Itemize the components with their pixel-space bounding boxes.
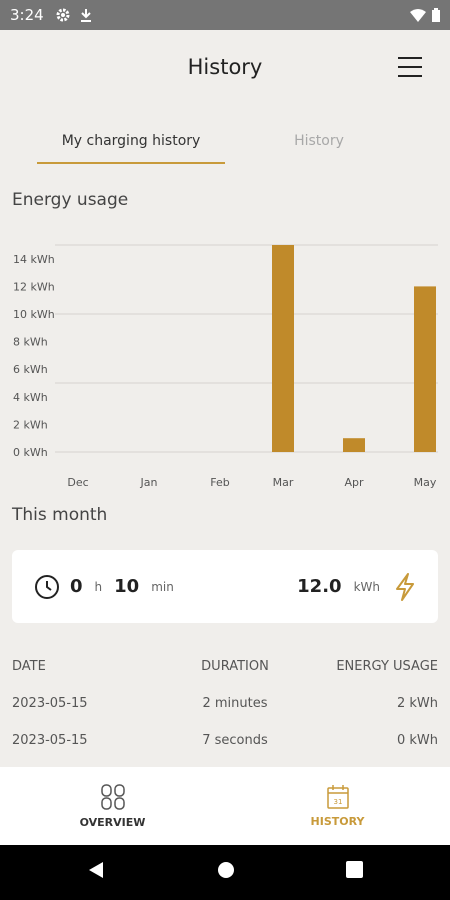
bar-apr [343,438,365,452]
calendar-day: 31 [333,798,342,806]
bar-mar [272,245,294,452]
energy-unit: kWh [353,579,380,594]
row-duration: 2 minutes [202,696,268,711]
energy-usage-title: Energy usage [12,190,129,210]
x-tick-label: Feb [210,476,229,489]
download-icon [80,9,91,22]
nav-overview[interactable]: OVERVIEW [0,767,225,845]
x-tick-label: May [414,476,437,489]
y-tick-label: 6 kWh [13,363,48,376]
overview-icon [100,783,125,810]
energy-summary: 12.0 kWh [297,572,416,601]
minutes-unit: min [151,579,174,594]
minutes-value: 10 [114,576,140,597]
tab-bar: My charging history History [0,118,450,166]
row-duration: 7 seconds [202,733,268,748]
app-header: History [0,30,450,108]
lightning-icon [396,572,414,601]
y-tick-label: 0 kWh [13,446,48,459]
bottom-navigation: OVERVIEW 31 HISTORY [0,767,450,845]
status-bar: 3:24 [0,0,450,30]
y-tick-label: 8 kWh [13,336,48,349]
hours-unit: h [94,579,103,594]
table-row[interactable]: 2023-05-15 2 minutes 2 kWh [12,685,438,722]
recents-icon[interactable] [346,861,363,878]
menu-icon [398,57,422,59]
calendar-icon: 31 [326,784,349,809]
y-tick-label: 4 kWh [13,391,48,404]
hours-value: 0 [70,576,83,597]
nav-overview-label: OVERVIEW [79,815,146,829]
table-header: DATE DURATION ENERGY USAGE [12,648,438,685]
this-month-title: This month [12,505,108,525]
energy-bar-chart: 0 kWh 2 kWh 4 kWh 6 kWh 8 kWh 10 kWh 12 kWh 14 … [13,244,438,489]
settings-icon [56,8,70,22]
row-energy: 2 kWh [396,696,438,711]
wifi-icon [410,8,426,22]
y-tick-label: 12 kWh [13,280,55,293]
header-energy-usage: ENERGY USAGE [336,659,438,674]
back-icon[interactable] [88,861,104,879]
row-date: 2023-05-15 [12,733,88,748]
row-energy: 0 kWh [396,733,438,748]
status-time: 3:24 [10,6,44,24]
x-tick-label: Mar [273,476,294,489]
charging-table: DATE DURATION ENERGY USAGE 2023-05-15 2 … [12,648,438,759]
y-tick-label: 14 kWh [13,253,55,266]
menu-button[interactable] [398,57,422,79]
clock-icon [35,574,59,599]
y-tick-label: 10 kWh [13,308,55,321]
row-date: 2023-05-15 [12,696,88,711]
this-month-card: 0 h 10 min 12.0 kWh [12,550,438,623]
x-tick-label: Dec [67,476,88,489]
nav-history-label: HISTORY [310,814,365,828]
bar-may [414,286,436,452]
y-tick-label: 2 kWh [13,418,48,431]
x-tick-label: Apr [344,476,364,489]
home-icon[interactable] [217,861,235,879]
energy-chart: 0 kWh 2 kWh 4 kWh 6 kWh 8 kWh 10 kWh 12 kWh 14 … [0,230,450,500]
table-row[interactable]: 2023-05-15 7 seconds 0 kWh [12,722,438,759]
tab-history[interactable]: History [225,118,413,164]
header-date: DATE [12,659,46,674]
battery-icon [432,8,440,22]
page-title: History [187,55,263,79]
tab-my-charging-history[interactable]: My charging history [37,118,225,164]
header-duration: DURATION [201,659,269,674]
active-tab-indicator [37,162,225,164]
x-tick-label: Jan [140,476,158,489]
system-navigation-bar [0,845,450,900]
energy-value: 12.0 [297,576,342,597]
nav-history[interactable]: 31 HISTORY [225,767,450,845]
